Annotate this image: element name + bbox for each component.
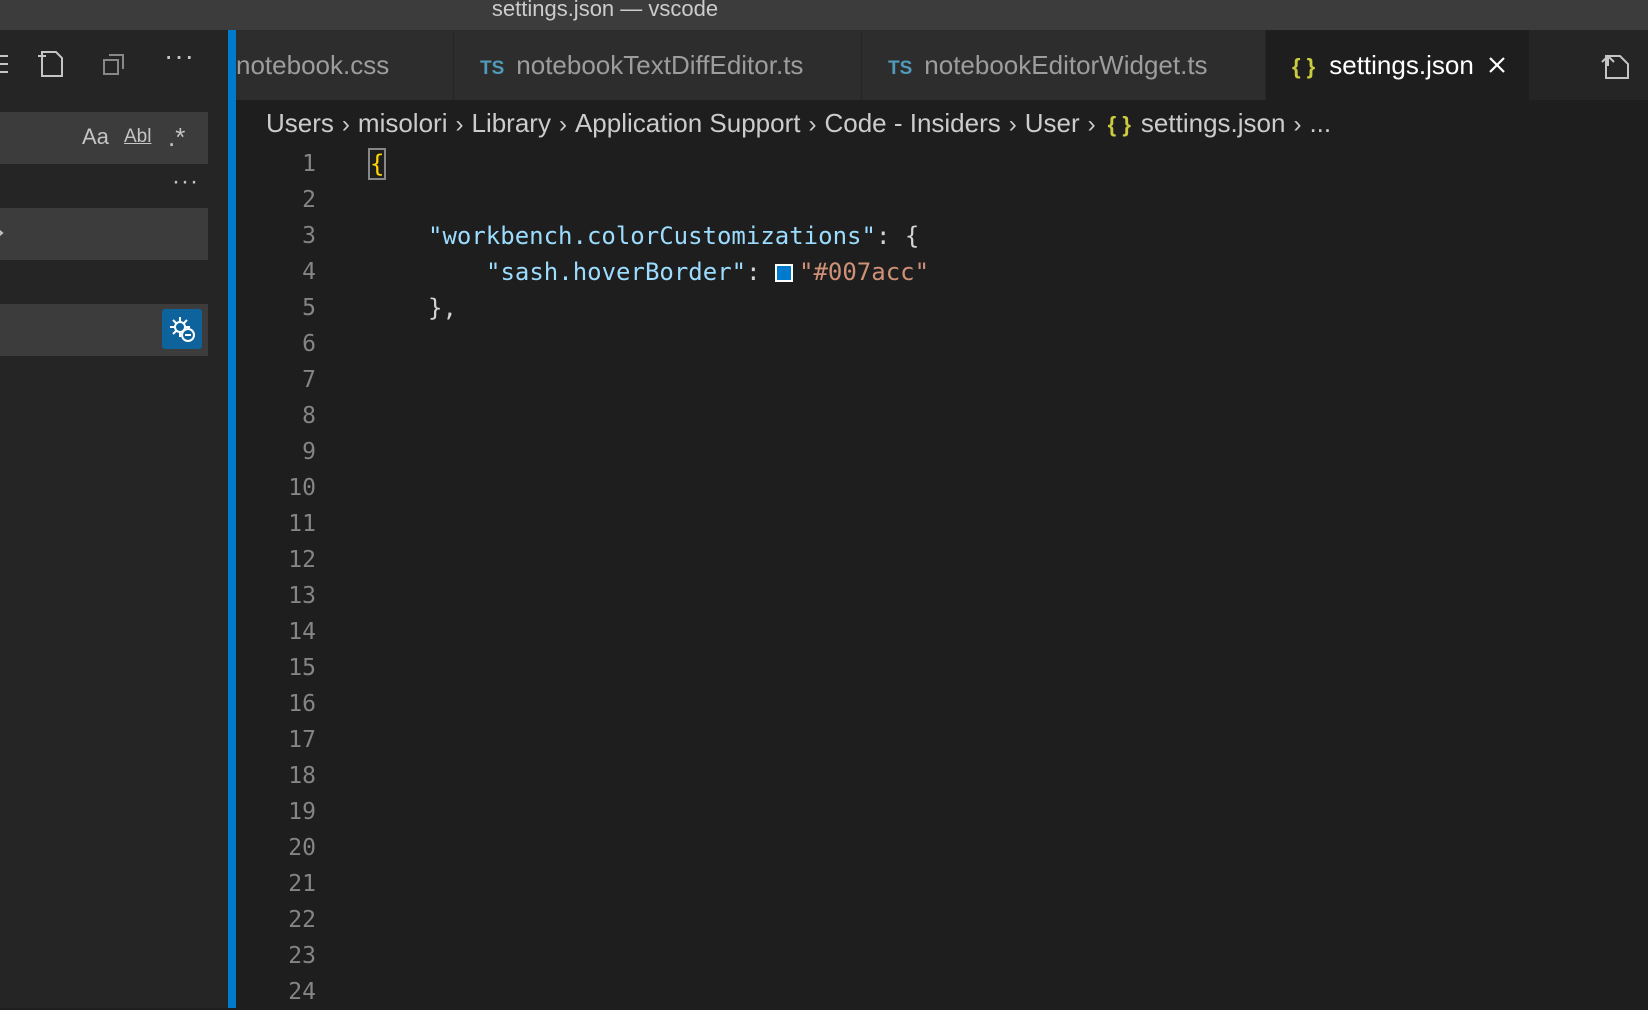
- line-number: 22: [288, 907, 316, 933]
- open-changes-icon[interactable]: [1600, 48, 1634, 82]
- line-number: 24: [288, 979, 316, 1005]
- code-line-3[interactable]: "workbench.colorCustomizations": {: [428, 218, 919, 254]
- code-line-5[interactable]: },: [428, 290, 457, 326]
- typescript-file-icon: TS: [480, 58, 505, 79]
- replace-input[interactable]: [0, 208, 208, 260]
- json-string-value: "#007acc": [799, 258, 930, 286]
- use-exclude-settings-button[interactable]: [162, 309, 202, 349]
- line-number: 11: [288, 511, 316, 537]
- editor-actions: [1578, 30, 1648, 100]
- new-search-editor-icon[interactable]: [34, 46, 70, 82]
- json-key: "sash.hoverBorder": [486, 258, 747, 286]
- match-case-toggle[interactable]: Aa: [82, 122, 109, 152]
- json-file-icon: { }: [1107, 112, 1131, 137]
- json-punctuation: :: [746, 258, 775, 286]
- tab-label: notebook.css: [236, 50, 390, 80]
- sidebar-search-view: ··· Aa Abl .* ···: [0, 30, 228, 1008]
- line-number: 16: [288, 691, 316, 717]
- chevron-right-icon: ›: [455, 111, 464, 138]
- chevron-right-icon: ›: [558, 111, 567, 138]
- line-number: 3: [302, 223, 316, 249]
- json-punctuation: },: [428, 294, 457, 322]
- line-number: 23: [288, 943, 316, 969]
- more-actions-icon[interactable]: ···: [164, 40, 200, 76]
- breadcrumb: Users › misolori › Library › Application Suppo…: [266, 100, 1636, 146]
- toggle-search-details-icon[interactable]: ···: [172, 168, 199, 196]
- window-title: settings.json — vscode: [491, 0, 719, 21]
- json-file-icon: { }: [1292, 54, 1316, 79]
- line-number: 4: [302, 259, 316, 285]
- replace-toggle-icon[interactable]: [0, 226, 6, 240]
- line-number: 7: [302, 367, 316, 393]
- json-key: "workbench.colorCustomizations": [428, 222, 876, 250]
- tab-settings-json[interactable]: { } settings.json: [1266, 30, 1530, 100]
- chevron-right-icon: ›: [1087, 111, 1096, 138]
- sidebar-toolbar: ···: [0, 30, 228, 100]
- tab-label: notebookTextDiffEditor.ts: [516, 50, 804, 80]
- breadcrumb-item-library[interactable]: Library: [471, 100, 550, 146]
- collapse-all-icon[interactable]: [0, 46, 18, 82]
- use-regex-toggle[interactable]: .*: [168, 122, 185, 152]
- breadcrumb-item-misolori[interactable]: misolori: [358, 100, 448, 146]
- line-number: 13: [288, 583, 316, 609]
- color-swatch[interactable]: [775, 264, 793, 282]
- line-number: 9: [302, 439, 316, 465]
- breadcrumb-item-settings-json[interactable]: settings.json: [1141, 100, 1286, 146]
- breadcrumb-item-symbols[interactable]: ...: [1309, 100, 1331, 146]
- line-number: 12: [288, 547, 316, 573]
- settings-gear-icon: [170, 317, 195, 342]
- line-number: 20: [288, 835, 316, 861]
- line-number: 8: [302, 403, 316, 429]
- files-to-exclude-input[interactable]: [0, 304, 208, 356]
- line-number: 17: [288, 727, 316, 753]
- line-number: 21: [288, 871, 316, 897]
- line-number: 10: [288, 475, 316, 501]
- line-number: 2: [302, 187, 316, 213]
- search-input[interactable]: Aa Abl .*: [0, 112, 208, 164]
- match-whole-word-toggle[interactable]: Abl: [124, 122, 151, 152]
- breadcrumb-item-user[interactable]: User: [1025, 100, 1080, 146]
- breadcrumb-item-users[interactable]: Users: [266, 100, 334, 146]
- line-number: 15: [288, 655, 316, 681]
- typescript-file-icon: TS: [888, 58, 913, 79]
- tab-label: notebookEditorWidget.ts: [924, 50, 1208, 80]
- line-number: 18: [288, 763, 316, 789]
- code-line-4[interactable]: "sash.hoverBorder": "#007acc": [486, 254, 929, 290]
- tab-notebook-text-diff-editor[interactable]: TS notebookTextDiffEditor.ts: [454, 30, 862, 100]
- code-editor[interactable]: 1 2 3 4 5 6 7 8 9 10 11 12 13 14 15 16 1…: [236, 146, 1648, 1008]
- breadcrumb-item-code-insiders[interactable]: Code - Insiders: [824, 100, 1000, 146]
- chevron-right-icon: ›: [1293, 111, 1302, 138]
- sidebar-sash-hover[interactable]: [228, 30, 236, 1008]
- expand-all-icon[interactable]: [96, 46, 132, 82]
- code-line-1[interactable]: {: [367, 146, 387, 182]
- matched-bracket: {: [367, 148, 387, 180]
- line-number: 5: [302, 295, 316, 321]
- chevron-right-icon: ›: [808, 111, 817, 138]
- line-number: 14: [288, 619, 316, 645]
- line-number: 6: [302, 331, 316, 357]
- close-icon[interactable]: [1485, 53, 1509, 77]
- line-number: 1: [302, 151, 316, 177]
- title-bar: settings.json — vscode: [0, 0, 1648, 30]
- line-number: 19: [288, 799, 316, 825]
- breadcrumb-item-application-support[interactable]: Application Support: [575, 100, 800, 146]
- chevron-right-icon: ›: [1008, 111, 1017, 138]
- tab-notebook-css[interactable]: notebook.css: [236, 30, 454, 100]
- tab-notebook-editor-widget[interactable]: TS notebookEditorWidget.ts: [862, 30, 1266, 100]
- chevron-right-icon: ›: [341, 111, 350, 138]
- json-punctuation: : {: [875, 222, 920, 250]
- tab-label: settings.json: [1329, 50, 1474, 80]
- editor-tab-bar: notebook.css TS notebookTextDiffEditor.ts…: [236, 30, 1648, 100]
